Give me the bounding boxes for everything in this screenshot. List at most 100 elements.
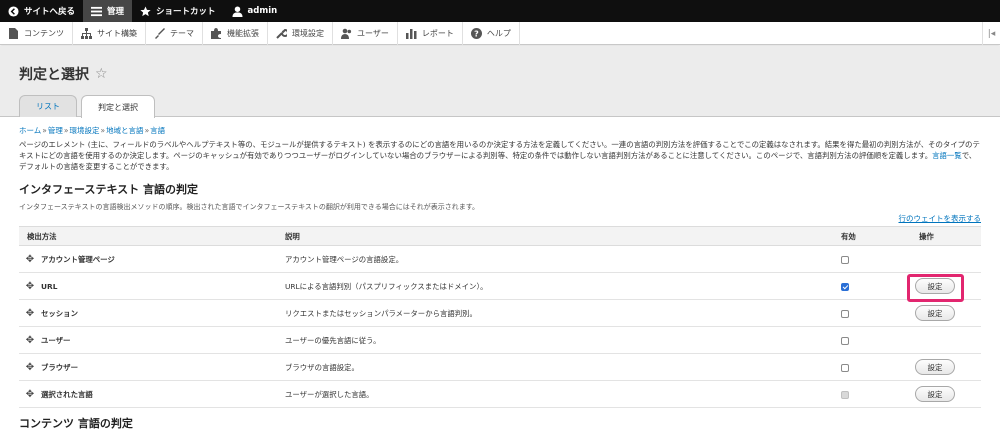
column-header-enabled: 有効 [841, 226, 915, 246]
shortcut-star-icon[interactable]: ☆ [95, 66, 108, 82]
back-arrow-icon [8, 5, 19, 17]
tray-item-label: コンテンツ [24, 28, 64, 38]
menu-icon [91, 6, 103, 17]
tray-item-extend[interactable]: 機能拡張 [203, 21, 268, 45]
tray-item-content[interactable]: コンテンツ [0, 21, 73, 45]
table-row: ✥ ブラウザー ブラウザの言語設定。 設定 [19, 353, 981, 381]
table-row: ✥ 選択された言語 ユーザーが選択した言語。 設定 [19, 380, 981, 408]
svg-text:?: ? [474, 29, 479, 38]
drag-handle-icon[interactable]: ✥ [25, 254, 35, 265]
user-icon [232, 5, 243, 17]
highlight-box [907, 274, 964, 302]
column-header-description: 説明 [285, 226, 841, 246]
enabled-checkbox[interactable] [841, 336, 849, 345]
people-icon [341, 28, 352, 39]
help-icon: ? [470, 27, 482, 39]
primary-tabs: リスト 判定と選択 [19, 95, 155, 118]
configure-button[interactable]: 設定 [915, 305, 955, 321]
admin-toolbar: サイトへ戻る 管理 ショートカット admin [0, 0, 1000, 22]
tab-detection-selection[interactable]: 判定と選択 [81, 95, 155, 118]
language-list-link[interactable]: 言語一覧 [932, 151, 962, 160]
table-row: ✥ ユーザー ユーザーの優先言語に従う。 [19, 326, 981, 354]
page-description: ページのエレメント (主に、フィールドのラベルやヘルプテキスト等の、モジュールが… [19, 139, 981, 172]
back-to-site-label: サイトへ戻る [24, 7, 76, 17]
page-header: 判定と選択 ☆ リスト 判定と選択 [0, 46, 1000, 118]
tray-orientation-toggle[interactable]: |◂ [982, 22, 1000, 45]
tray-item-help[interactable]: ? ヘルプ [463, 21, 520, 45]
orientation-toggle-icon: |◂ [987, 28, 996, 39]
file-icon [8, 27, 19, 39]
star-icon [140, 5, 151, 17]
user-label: admin [247, 6, 278, 16]
method-description: アカウント管理ページの言語設定。 [285, 245, 841, 273]
tray-item-label: サイト構築 [97, 28, 137, 38]
tray-item-label: 環境設定 [292, 28, 324, 38]
table-row: ✥ アカウント管理ページ アカウント管理ページの言語設定。 [19, 245, 981, 273]
breadcrumb-regional[interactable]: 地域と言語 [106, 126, 144, 135]
table-row: ✥ URL URLによる言語判別（パスプリフィックスまたはドメイン）。 設定 [19, 272, 981, 300]
tray-item-structure[interactable]: サイト構築 [73, 21, 146, 45]
enabled-checkbox[interactable] [841, 282, 849, 291]
enabled-checkbox[interactable] [841, 309, 849, 318]
drag-handle-icon[interactable]: ✥ [25, 362, 35, 373]
method-description: ユーザーの優先言語に従う。 [285, 326, 841, 354]
operations-cell [915, 326, 981, 354]
tray-item-reports[interactable]: レポート [398, 21, 463, 45]
tray-item-label: ヘルプ [486, 28, 511, 38]
method-name: ブラウザー [41, 362, 78, 372]
breadcrumb-admin[interactable]: 管理 [48, 126, 63, 135]
drag-handle-icon[interactable]: ✥ [25, 281, 35, 292]
configure-button[interactable]: 設定 [915, 359, 955, 375]
table-row: ✥ セッション リクエストまたはセッションパラメーターから言語判別。 設定 [19, 299, 981, 327]
drag-handle-icon[interactable]: ✥ [25, 335, 35, 346]
detection-methods-table: 検出方法 説明 有効 操作 ✥ アカウント管理ページ アカウント管理ページの言語設… [19, 226, 981, 408]
method-name: セッション [41, 308, 78, 318]
paintbrush-icon [154, 27, 165, 39]
enabled-checkbox[interactable] [841, 363, 849, 372]
operations-cell [915, 245, 981, 273]
tray-item-appearance[interactable]: テーマ [146, 21, 203, 45]
column-header-operations: 操作 [915, 226, 981, 246]
tray-item-people[interactable]: ユーザー [333, 21, 398, 45]
back-to-site-button[interactable]: サイトへ戻る [0, 0, 83, 22]
configure-button[interactable]: 設定 [915, 386, 955, 402]
drag-handle-icon[interactable]: ✥ [25, 389, 35, 400]
page-title-text: 判定と選択 [19, 67, 89, 83]
bar-chart-icon [405, 28, 417, 39]
method-description: リクエストまたはセッションパラメーターから言語判別。 [285, 299, 841, 327]
method-name: 選択された言語 [41, 389, 93, 399]
interface-text-section-description: インタフェーステキストの言語検出メソッドの順序。検出された言語でインタフェーステ… [19, 203, 480, 211]
admin-tray: コンテンツ サイト構築 テーマ 機能拡張 環境設定 ユーザー レポート ? ヘル… [0, 21, 1000, 45]
manage-label: 管理 [107, 7, 125, 17]
shortcuts-button[interactable]: ショートカット [132, 0, 224, 22]
breadcrumb-home[interactable]: ホーム [19, 126, 41, 135]
method-description: URLによる言語判別（パスプリフィックスまたはドメイン）。 [285, 272, 841, 300]
tray-item-label: ユーザー [357, 28, 389, 38]
manage-button[interactable]: 管理 [83, 0, 133, 22]
shortcuts-label: ショートカット [156, 7, 216, 17]
breadcrumb-config[interactable]: 環境設定 [69, 126, 99, 135]
structure-icon [81, 27, 92, 39]
interface-text-section-title: インタフェーステキスト 言語の判定 [19, 183, 198, 196]
drag-handle-icon[interactable]: ✥ [25, 308, 35, 319]
enabled-checkbox[interactable] [841, 255, 849, 264]
content-section-title: コンテンツ 言語の判定 [19, 417, 133, 430]
breadcrumb-language[interactable]: 言語 [150, 126, 165, 135]
tray-item-label: レポート [421, 28, 454, 38]
tab-list[interactable]: リスト [19, 95, 77, 117]
tray-item-configuration[interactable]: 環境設定 [268, 21, 333, 45]
column-header-method: 検出方法 [19, 226, 285, 246]
table-header-row: 検出方法 説明 有効 操作 [19, 226, 981, 246]
description-text: ページのエレメント (主に、フィールドのラベルやヘルプテキスト等の、モジュールが… [19, 140, 980, 160]
tray-item-label: テーマ [170, 28, 194, 38]
method-name: URL [41, 281, 58, 291]
wrench-icon [276, 28, 287, 39]
tray-item-label: 機能拡張 [227, 28, 259, 38]
puzzle-icon [211, 27, 222, 39]
enabled-checkbox-disabled [841, 390, 849, 399]
method-name: アカウント管理ページ [41, 254, 115, 264]
breadcrumb: ホーム»管理»環境設定»地域と言語»言語 [19, 126, 166, 135]
show-row-weights-link[interactable]: 行のウェイトを表示する [899, 213, 982, 224]
method-name: ユーザー [41, 335, 71, 345]
user-button[interactable]: admin [224, 0, 286, 22]
